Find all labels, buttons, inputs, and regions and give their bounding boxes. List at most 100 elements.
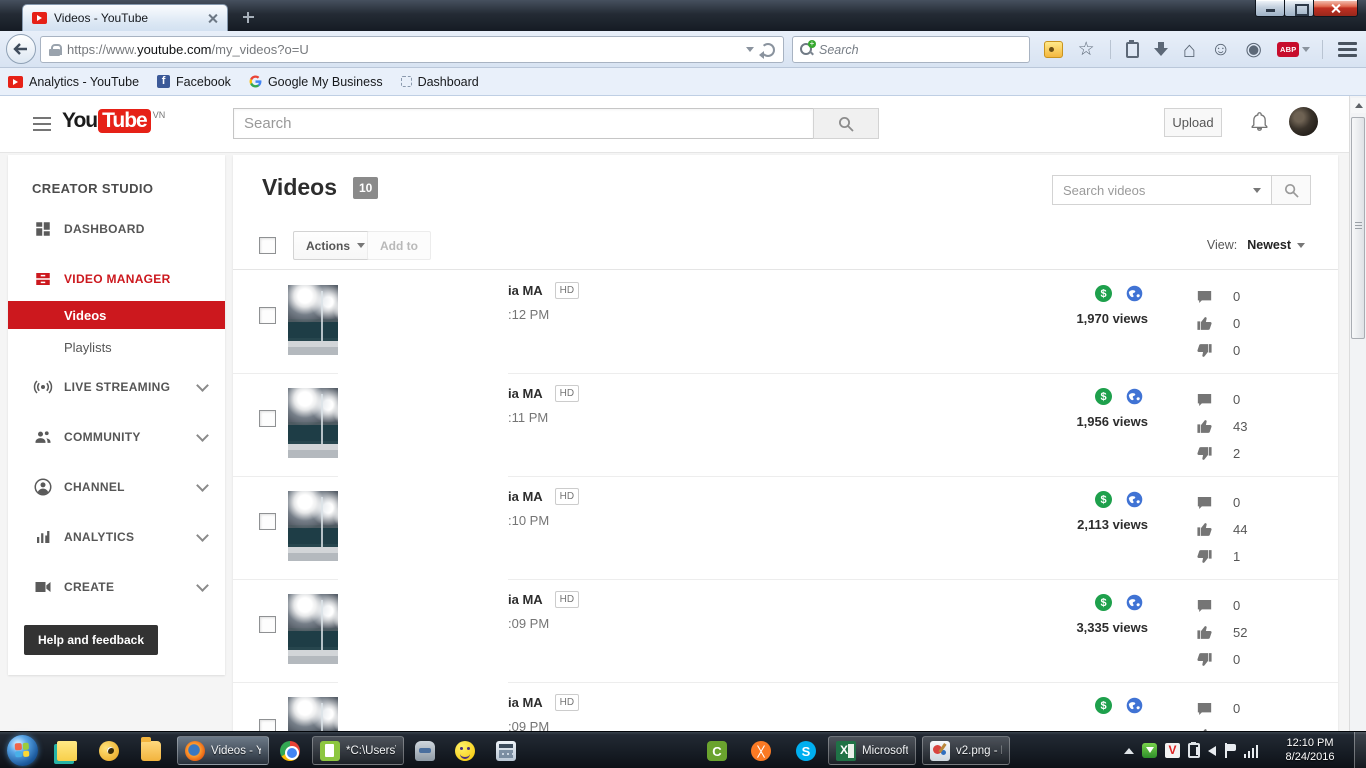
select-all-checkbox[interactable]: [259, 237, 276, 254]
actions-button[interactable]: Actions: [293, 231, 379, 260]
bookmark-facebook[interactable]: f Facebook: [157, 75, 231, 89]
url-bar[interactable]: https://www.youtube.com/my_videos?o=U: [40, 36, 784, 63]
video-checkbox[interactable]: [259, 410, 276, 427]
dashed-square-icon: [400, 76, 412, 87]
taskbar-explorer[interactable]: [134, 737, 168, 765]
bookmark-google-my-business[interactable]: Google My Business: [249, 75, 383, 89]
help-feedback-button[interactable]: Help and feedback: [24, 625, 159, 655]
video-title[interactable]: ia MA: [508, 489, 543, 504]
taskbar-chrome[interactable]: [273, 737, 307, 765]
youtube-search-input[interactable]: [233, 108, 813, 139]
taskbar-xampp[interactable]: ᚷ: [744, 737, 778, 765]
sidebar-item-video-manager[interactable]: VIDEO MANAGER: [8, 261, 225, 297]
downloads-icon[interactable]: [1153, 42, 1168, 57]
add-to-button[interactable]: Add to: [367, 231, 431, 260]
engagement-stats: 0 0 0: [1195, 283, 1263, 364]
youtube-logo[interactable]: You Tube VN: [62, 109, 165, 133]
hello-chat-icon[interactable]: ☺: [1211, 40, 1230, 59]
browser-search-input[interactable]: [819, 42, 1022, 57]
video-title[interactable]: ia MA: [508, 386, 543, 401]
youtube-search-button[interactable]: [813, 108, 879, 139]
taskbar-sticky-notes[interactable]: [50, 737, 84, 765]
engagement-stats: 0 52 0: [1195, 592, 1263, 673]
network-signal-icon[interactable]: [1244, 743, 1260, 758]
bookmark-star-icon[interactable]: ☆: [1078, 40, 1095, 59]
tray-expand-icon[interactable]: [1124, 747, 1134, 754]
sidebar-item-live-streaming[interactable]: LIVE STREAMING: [8, 369, 225, 405]
url-dropdown-icon[interactable]: [746, 47, 754, 52]
taskbar-clock[interactable]: 12:10 PM 8/24/2016: [1272, 736, 1348, 764]
video-title[interactable]: ia MA: [508, 283, 543, 298]
search-filter-dropdown-icon[interactable]: [1243, 187, 1271, 193]
idm-tray-icon[interactable]: [1142, 743, 1157, 758]
video-search-input[interactable]: [1053, 182, 1243, 198]
taskbar-skype[interactable]: S: [789, 737, 823, 765]
browser-search-box[interactable]: +: [792, 36, 1030, 63]
video-checkbox[interactable]: [259, 513, 276, 530]
taskbar-notepadpp-button[interactable]: *C:\Users\...: [312, 736, 404, 765]
sidebar-item-dashboard[interactable]: DASHBOARD: [8, 211, 225, 247]
youtube-favicon-icon: [8, 75, 23, 88]
monetization-icon: $: [1095, 285, 1112, 302]
video-search-button[interactable]: [1271, 175, 1311, 205]
start-button[interactable]: [7, 735, 38, 766]
video-count-badge: 10: [353, 176, 379, 199]
taskbar-firefox-button[interactable]: Videos - Y...: [177, 736, 269, 765]
hd-badge: HD: [554, 488, 580, 505]
antivirus-tray-icon[interactable]: V: [1165, 743, 1180, 758]
sidebar-item-videos[interactable]: Videos: [8, 301, 225, 329]
back-button[interactable]: [6, 34, 36, 64]
video-checkbox[interactable]: [259, 307, 276, 324]
privacy-icon[interactable]: ◉: [1245, 40, 1262, 59]
taskbar-utility-app[interactable]: [408, 737, 442, 765]
bookmarks-panel-icon[interactable]: [1125, 39, 1139, 58]
video-manager-icon: [33, 269, 53, 289]
browser-navbar: https://www.youtube.com/my_videos?o=U + …: [0, 31, 1366, 68]
taskbar-camtasia[interactable]: C: [700, 737, 734, 765]
close-button[interactable]: [1313, 0, 1358, 17]
sidebar-item-analytics[interactable]: ANALYTICS: [8, 519, 225, 555]
taskbar-calculator[interactable]: [489, 737, 523, 765]
dislikes-count: 1: [1233, 549, 1241, 564]
reload-icon[interactable]: [759, 42, 775, 59]
tab-close-icon[interactable]: [208, 13, 218, 23]
account-avatar[interactable]: [1289, 107, 1318, 136]
menu-icon[interactable]: [1338, 42, 1357, 57]
bookmark-dashboard[interactable]: Dashboard: [400, 75, 479, 89]
divider: [1109, 40, 1111, 59]
volume-icon[interactable]: [1196, 745, 1216, 756]
upload-button[interactable]: Upload: [1164, 108, 1222, 137]
sidebar-item-playlists[interactable]: Playlists: [8, 333, 225, 361]
sidebar-item-create[interactable]: CREATE: [8, 569, 225, 605]
sidebar-item-community[interactable]: COMMUNITY: [8, 419, 225, 455]
dashboard-icon: [33, 219, 53, 239]
taskbar-excel-button[interactable]: Microsoft ...: [828, 736, 916, 765]
show-desktop-button[interactable]: [1354, 732, 1366, 768]
taskbar-webcam-app[interactable]: [92, 737, 126, 765]
scrollbar[interactable]: [1349, 96, 1366, 731]
home-icon[interactable]: ⌂: [1183, 38, 1196, 61]
sidebar-item-channel[interactable]: CHANNEL: [8, 469, 225, 505]
scrollbar-thumb[interactable]: [1351, 117, 1365, 339]
video-checkbox[interactable]: [259, 616, 276, 633]
video-title[interactable]: ia MA: [508, 592, 543, 607]
video-title[interactable]: ia MA: [508, 695, 543, 710]
video-publish-time: :09 PM: [508, 616, 550, 631]
guide-menu-icon[interactable]: [33, 117, 51, 131]
dislikes-icon: [1195, 651, 1213, 668]
adblock-icon[interactable]: ABP: [1277, 41, 1311, 58]
taskbar-yahoo-messenger[interactable]: [448, 737, 482, 765]
dislikes-icon: [1195, 342, 1213, 359]
video-checkbox[interactable]: [259, 719, 276, 731]
action-center-flag-icon[interactable]: [1224, 743, 1236, 758]
view-sort-control[interactable]: View: Newest: [1207, 238, 1305, 252]
new-tab-button[interactable]: [238, 9, 260, 27]
minimize-button[interactable]: [1255, 0, 1285, 17]
notifications-bell-icon[interactable]: [1249, 110, 1270, 138]
maximize-button[interactable]: [1284, 0, 1314, 17]
scrollbar-up-icon[interactable]: [1351, 98, 1366, 113]
browser-tab[interactable]: Videos - YouTube: [22, 4, 228, 31]
taskbar-paint-button[interactable]: v2.png - P...: [922, 736, 1010, 765]
bookmark-analytics[interactable]: Analytics - YouTube: [8, 75, 139, 89]
extension-icon[interactable]: [1043, 41, 1063, 58]
